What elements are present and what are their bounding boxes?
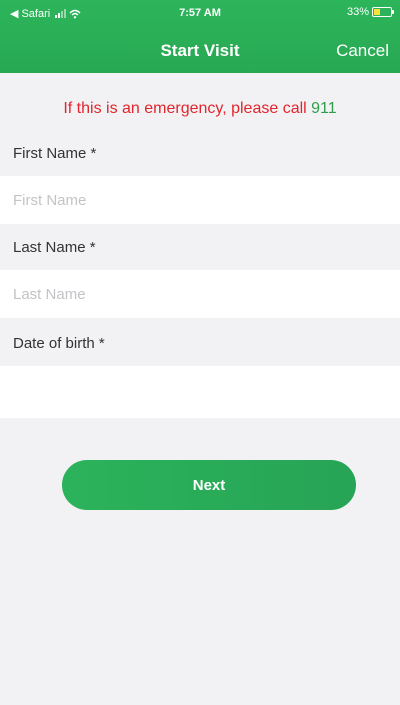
first-name-input[interactable] (13, 191, 387, 209)
status-time: 7:57 AM (179, 7, 221, 19)
dob-picker-area[interactable] (0, 366, 400, 418)
last-name-row (0, 270, 400, 318)
cancel-button[interactable]: Cancel (336, 41, 389, 61)
first-name-label: First Name * (0, 130, 400, 177)
first-name-row (0, 176, 400, 224)
status-bar: ◀ Safari 7:57 AM 33% (0, 0, 400, 26)
emergency-number-link[interactable]: 911 (311, 100, 337, 117)
next-button[interactable]: Next (62, 460, 356, 510)
app-header: ◀ Safari 7:57 AM 33% Start Visit Cancel (0, 0, 400, 73)
last-name-label: Last Name * (0, 224, 400, 271)
battery-percent: 33% (346, 6, 369, 18)
emergency-notice: If this is an emergency, please call 911 (0, 100, 400, 118)
dob-label: Date of birth * (0, 320, 400, 367)
battery-icon (372, 7, 394, 17)
emergency-text: If this is an emergency, please call (63, 100, 312, 117)
last-name-input[interactable] (13, 285, 387, 303)
battery-status: 33% (346, 6, 394, 18)
